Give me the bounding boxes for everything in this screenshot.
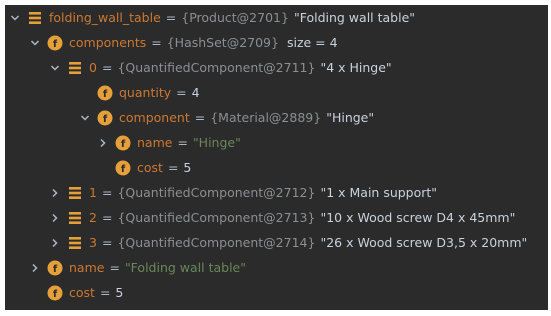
variable-value: "1 x Main support" [320,185,438,200]
equals-sign: = [176,85,187,100]
equals-sign: = [101,60,113,75]
object-list-icon [67,210,83,226]
variable-name: component [119,110,190,125]
variable-name: folding_wall_table [49,10,161,25]
chevron-down-icon[interactable] [9,5,21,30]
field-icon: f [115,160,131,176]
field-icon: f [47,35,63,51]
equals-sign: = [101,185,113,200]
tree-row-component-cost[interactable]: f cost = 5 [5,155,548,180]
tree-row-component-0[interactable]: 0 = {QuantifiedComponent@2711} "4 x Hing… [5,55,548,80]
tree-row-product-name[interactable]: f name = "Folding wall table" [5,255,548,280]
object-reference: {QuantifiedComponent@2712} [117,185,316,200]
tree-row-component-3[interactable]: 3 = {QuantifiedComponent@2714} "26 x Woo… [5,230,548,255]
field-icon: f [47,260,63,276]
field-icon: f [47,285,63,301]
svg-text:f: f [53,264,58,275]
equals-sign: = [177,135,188,150]
debugger-variables-tree: folding_wall_table = {Product@2701} "Fol… [5,5,548,310]
object-reference: {QuantifiedComponent@2711} [117,60,316,75]
field-icon: f [97,110,113,126]
tree-row-component[interactable]: f component = {Material@2889} "Hinge" [5,105,548,130]
chevron-right-icon[interactable] [29,255,41,280]
string-value: "Hinge" [192,135,241,150]
tree-row-product-cost[interactable]: f cost = 5 [5,280,548,305]
variable-value: "Hinge" [326,110,375,125]
equals-sign: = [151,35,162,50]
chevron-right-icon[interactable] [97,130,109,155]
variable-name: cost [137,160,163,175]
variable-name: components [69,35,147,50]
svg-text:f: f [121,139,126,150]
equals-sign: = [109,260,120,275]
variable-name: name [69,260,105,275]
chevron-down-icon[interactable] [79,105,91,130]
tree-row-component-2[interactable]: 2 = {QuantifiedComponent@2713} "10 x Woo… [5,205,548,230]
string-value: "Folding wall table" [124,260,247,275]
variable-value: 4 [191,85,200,100]
object-list-icon [67,235,83,251]
variable-value: "10 x Wood screw D4 x 45mm" [320,210,516,225]
object-reference: {QuantifiedComponent@2713} [117,210,316,225]
equals-sign: = [194,110,206,125]
object-list-icon [27,10,43,26]
variable-value: "4 x Hinge" [320,60,392,75]
object-list-icon [67,185,83,201]
variable-value: "26 x Wood screw D3,5 x 20mm" [320,235,528,250]
variable-value: 5 [183,160,192,175]
variable-name: name [137,135,173,150]
equals-sign: = [99,285,111,300]
variable-name: 2 [89,210,97,225]
object-reference: {Product@2701} [181,10,289,25]
tree-row-folding-wall-table[interactable]: folding_wall_table = {Product@2701} "Fol… [5,5,548,30]
equals-sign: = [167,160,179,175]
chevron-right-icon[interactable] [49,230,61,255]
tree-row-components[interactable]: f components = {HashSet@2709} size = 4 [5,30,548,55]
svg-text:f: f [121,164,126,175]
object-list-icon [67,60,83,76]
equals-sign: = [101,210,113,225]
chevron-down-icon[interactable] [29,30,41,55]
object-reference: {HashSet@2709} [166,35,279,50]
variable-value: 5 [115,285,124,300]
variable-name: quantity [119,85,172,100]
svg-text:f: f [53,289,58,300]
variable-name: 3 [89,235,97,250]
variable-value: "Folding wall table" [293,10,416,25]
tree-row-component-1[interactable]: 1 = {QuantifiedComponent@2712} "1 x Main… [5,180,548,205]
object-reference: {Material@2889} [210,110,322,125]
variable-name: 1 [89,185,97,200]
chevron-down-icon[interactable] [49,55,61,80]
equals-sign: = [101,235,113,250]
equals-sign: = [165,10,177,25]
svg-text:f: f [53,39,58,50]
svg-text:f: f [103,89,108,100]
tree-row-quantity[interactable]: f quantity = 4 [5,80,548,105]
field-icon: f [97,85,113,101]
svg-text:f: f [103,114,108,125]
tree-row-component-name[interactable]: f name = "Hinge" [5,130,548,155]
chevron-right-icon[interactable] [49,180,61,205]
object-reference: {QuantifiedComponent@2714} [117,235,316,250]
variable-name: 0 [89,60,97,75]
field-icon: f [115,135,131,151]
chevron-right-icon[interactable] [49,205,61,230]
collection-size: size = 4 [286,35,338,50]
variable-name: cost [69,285,95,300]
